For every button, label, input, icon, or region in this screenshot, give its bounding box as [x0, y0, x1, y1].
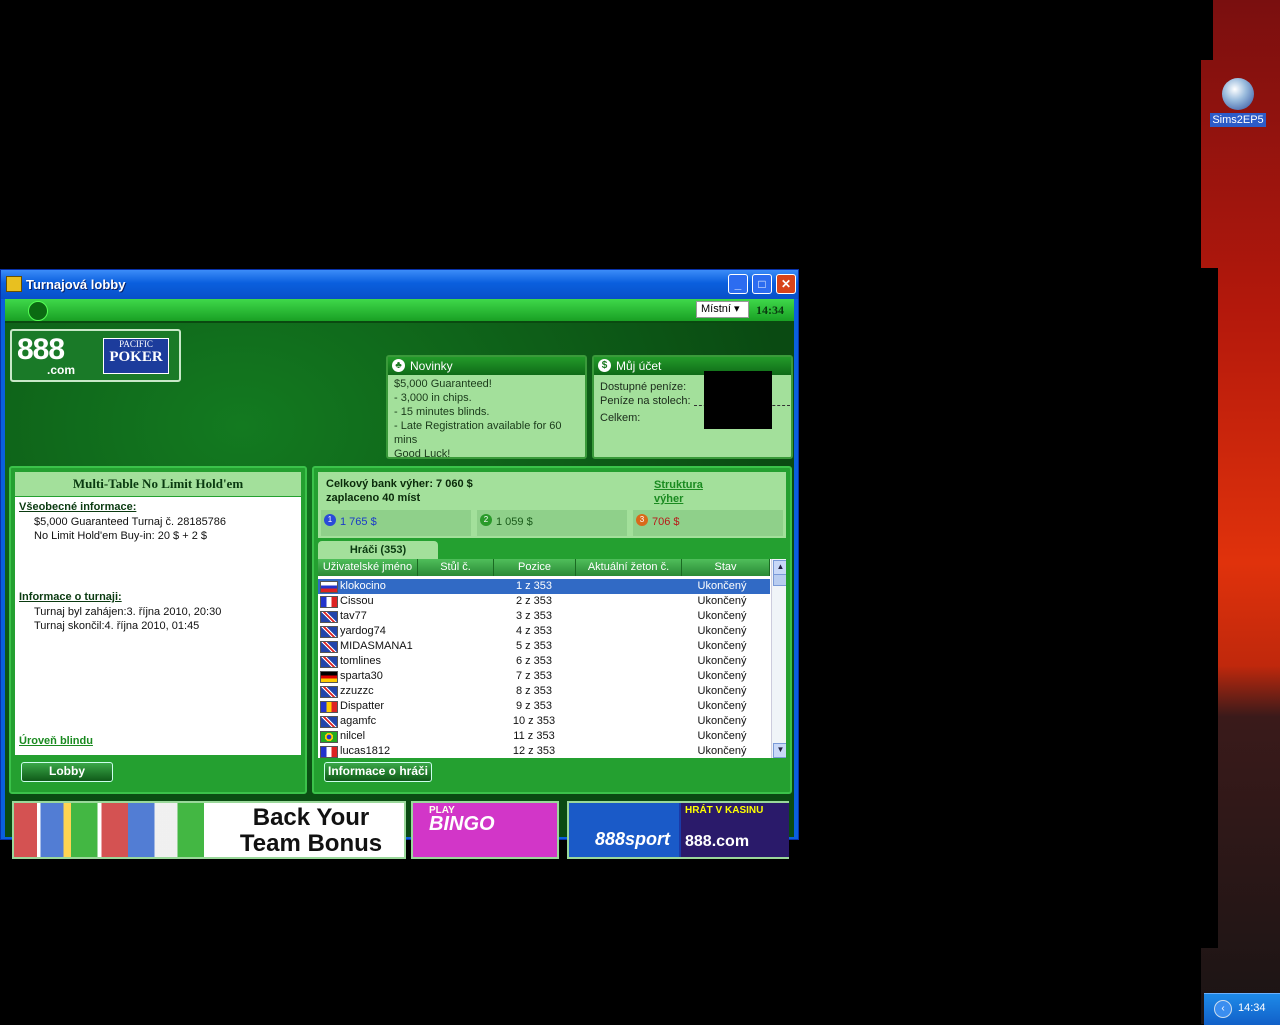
- window-title: Turnajová lobby: [26, 277, 126, 292]
- sport-banner[interactable]: 888sport: [569, 803, 679, 857]
- tournament-info-panel: Multi-Table No Limit Hold'em Všeobecné i…: [9, 466, 307, 794]
- title-bar[interactable]: Turnajová lobby _ □ ✕: [1, 270, 798, 299]
- tournament-lobby-window: Turnajová lobby _ □ ✕ Místní ▾ 14:34 888…: [0, 269, 799, 859]
- sport-casino-banner: 888sport HRÁT V KASINU 888.com: [567, 801, 789, 859]
- flag-icon: [320, 731, 338, 743]
- desktop-icon-sims[interactable]: Sims2EP5: [1210, 78, 1266, 127]
- flag-icon: [320, 626, 338, 638]
- medal-icon: 2: [480, 514, 492, 526]
- column-chips[interactable]: Aktuální žeton č.: [576, 559, 682, 576]
- toolbar-clock: 14:34: [756, 303, 784, 317]
- column-table[interactable]: Stůl č.: [418, 559, 494, 576]
- table-row[interactable]: tomlines 6 z 353 Ukončený: [318, 654, 770, 669]
- account-panel: $ Můj účet Dostupné peníze: Peníze na sto…: [592, 355, 793, 459]
- column-username[interactable]: Uživatelské jméno: [318, 559, 418, 576]
- table-row[interactable]: MIDASMANA1 5 z 353 Ukončený: [318, 639, 770, 654]
- prize-structure-link[interactable]: Struktura výher: [654, 478, 724, 506]
- scroll-up-icon[interactable]: ▲: [773, 560, 786, 575]
- column-status[interactable]: Stav: [682, 559, 770, 576]
- flags-image: [14, 803, 204, 857]
- app-icon: [6, 276, 22, 292]
- medal-icon: 3: [636, 514, 648, 526]
- flag-icon: [320, 746, 338, 758]
- player-info-button[interactable]: Informace o hráči: [324, 762, 432, 782]
- news-title: Novinky: [410, 359, 453, 373]
- language-select[interactable]: Místní ▾: [696, 301, 749, 318]
- desktop-icon-label: Sims2EP5: [1210, 113, 1266, 127]
- sims-icon: [1222, 78, 1254, 110]
- prize-place-1: 1 1 765 $: [321, 510, 471, 536]
- scroll-thumb[interactable]: [773, 574, 786, 586]
- players-panel: Celkový bank výher: 7 060 $ zaplaceno 40…: [312, 466, 792, 794]
- table-row[interactable]: sparta30 7 z 353 Ukončený: [318, 669, 770, 684]
- table-row[interactable]: yardog74 4 z 353 Ukončený: [318, 624, 770, 639]
- table-row[interactable]: klokocino 1 z 353 Ukončený: [318, 578, 771, 595]
- table-row[interactable]: zzuzzc 8 z 353 Ukončený: [318, 684, 770, 699]
- clover-icon: ♣: [392, 359, 405, 372]
- news-panel: ♣ Novinky $5,000 Guaranteed! - 3,000 in c…: [386, 355, 587, 459]
- table-row[interactable]: tav77 3 z 353 Ukončený: [318, 609, 770, 624]
- column-position[interactable]: Pozice: [494, 559, 576, 576]
- table-row[interactable]: lucas1812 12 z 353 Ukončený: [318, 744, 770, 758]
- flag-icon: [320, 701, 338, 713]
- prize-pool: Celkový bank výher: 7 060 $ zaplaceno 40…: [318, 472, 786, 538]
- table-row[interactable]: nilcel 11 z 353 Ukončený: [318, 729, 770, 744]
- flag-icon: [320, 611, 338, 623]
- flag-icon: [320, 686, 338, 698]
- account-title: Můj účet: [616, 359, 662, 373]
- tournament-title: Multi-Table No Limit Hold'em: [15, 472, 301, 496]
- close-button[interactable]: ✕: [776, 274, 796, 294]
- table-row[interactable]: Cissou 2 z 353 Ukončený: [318, 594, 770, 609]
- brand-logo: 888 .com PACIFIC POKER: [10, 329, 181, 382]
- pacific-poker-logo: PACIFIC POKER: [103, 338, 169, 374]
- redacted-balance: [704, 371, 772, 429]
- maximize-button[interactable]: □: [752, 274, 772, 294]
- table-header: Uživatelské jméno Stůl č. Pozice Aktuáln…: [318, 559, 770, 576]
- flag-icon: [320, 641, 338, 653]
- flag-icon: [320, 656, 338, 668]
- scroll-down-icon[interactable]: ▼: [773, 743, 786, 758]
- news-text: $5,000 Guaranteed! - 3,000 in chips. - 1…: [394, 378, 562, 459]
- flag-icon: [320, 596, 338, 608]
- home-icon[interactable]: [28, 301, 48, 321]
- team-bonus-banner[interactable]: Back Your Team Bonus: [12, 801, 406, 859]
- flag-icon: [320, 671, 338, 683]
- tray-expand-icon[interactable]: ‹: [1214, 1000, 1232, 1018]
- prize-place-2: 2 1 059 $: [477, 510, 627, 536]
- minimize-button[interactable]: _: [728, 274, 748, 294]
- table-scrollbar[interactable]: ▲ ▼: [771, 559, 786, 758]
- tab-players[interactable]: Hráči (353): [318, 541, 438, 559]
- players-table: Uživatelské jméno Stůl č. Pozice Aktuáln…: [318, 559, 786, 758]
- window-content: Místní ▾ 14:34 888 .com PACIFIC POKER ♣ No…: [5, 299, 794, 859]
- casino-banner[interactable]: HRÁT V KASINU 888.com: [681, 803, 789, 857]
- prize-place-3: 3 706 $: [633, 510, 783, 536]
- lobby-button[interactable]: Lobby: [21, 762, 113, 782]
- table-row[interactable]: Dispatter 9 z 353 Ukončený: [318, 699, 770, 714]
- flag-icon: [320, 581, 338, 593]
- dollar-icon: $: [598, 359, 611, 372]
- tray-clock: 14:34: [1238, 1002, 1266, 1014]
- blind-level-link[interactable]: Úroveň blindu: [19, 735, 93, 747]
- table-row[interactable]: agamfc 10 z 353 Ukončený: [318, 714, 770, 729]
- top-toolbar: Místní ▾ 14:34: [5, 299, 794, 323]
- bingo-banner[interactable]: PLAY BINGO: [411, 801, 559, 859]
- flag-icon: [320, 716, 338, 728]
- medal-icon: 1: [324, 514, 336, 526]
